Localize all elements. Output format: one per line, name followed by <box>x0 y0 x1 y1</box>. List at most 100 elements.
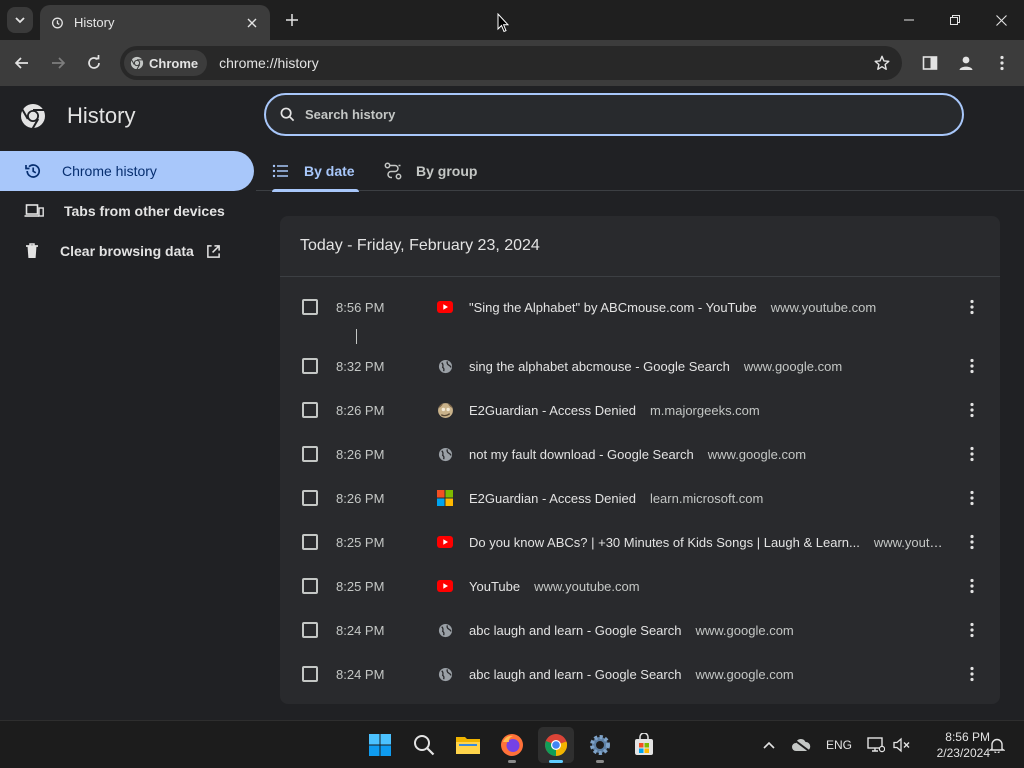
system-clock[interactable]: 8:56 PM 2/23/2024 <box>916 729 990 761</box>
row-domain: www.youtube.com <box>770 299 877 315</box>
chrome-menu-button[interactable] <box>988 49 1016 77</box>
reload-icon <box>88 55 100 69</box>
history-icon <box>51 17 63 28</box>
search-history-input[interactable]: Search history <box>264 93 964 136</box>
language-indicator[interactable]: ENG <box>822 733 856 757</box>
firefox-button[interactable] <box>494 727 530 763</box>
history-row[interactable]: 8:25 PM Do you know ABCs? | +30 Minutes … <box>280 520 1000 564</box>
tab-search-button[interactable] <box>7 7 33 33</box>
row-info[interactable]: YouTube www.youtube.com <box>469 579 947 594</box>
history-row[interactable]: 8:26 PM E2Guardian - Access Denied learn.… <box>280 476 1000 520</box>
row-more-button[interactable] <box>960 530 984 554</box>
row-info[interactable]: "Sing the Alphabet" by ABCmouse.com - Yo… <box>469 300 947 315</box>
row-checkbox[interactable] <box>302 666 318 682</box>
row-info[interactable]: sing the alphabet abcmouse - Google Sear… <box>469 359 947 374</box>
row-more-button[interactable] <box>960 442 984 466</box>
row-checkbox[interactable] <box>302 299 318 315</box>
running-indicator <box>549 760 563 763</box>
row-more-button[interactable] <box>960 354 984 378</box>
clock-time: 8:56 PM <box>945 730 990 744</box>
youtube-icon <box>436 577 454 595</box>
page-title-link[interactable]: Do you know ABCs? | +30 Minutes of Kids … <box>469 535 860 550</box>
row-more-button[interactable] <box>960 486 984 510</box>
visit-time: 8:26 PM <box>336 446 385 462</box>
site-info-chip[interactable]: Chrome <box>124 50 208 76</box>
minimize-button[interactable] <box>886 0 932 40</box>
start-button[interactable] <box>362 727 398 763</box>
star-icon <box>874 55 890 70</box>
row-more-button[interactable] <box>960 618 984 642</box>
tab-strip: History <box>0 0 1024 40</box>
visit-time: 8:32 PM <box>336 358 385 374</box>
majorgeeks-icon <box>436 401 454 419</box>
profile-button[interactable] <box>952 49 980 77</box>
close-icon <box>995 14 1007 26</box>
chrome-taskbar-button[interactable] <box>538 727 574 763</box>
row-more-button[interactable] <box>960 574 984 598</box>
row-checkbox[interactable] <box>302 622 318 638</box>
browser-tab-history[interactable]: History <box>40 5 270 40</box>
row-info[interactable]: E2Guardian - Access Denied learn.microsof… <box>469 491 947 506</box>
row-info[interactable]: E2Guardian - Access Denied m.majorgeeks.c… <box>469 403 947 418</box>
visit-time: 8:26 PM <box>336 490 385 506</box>
row-more-button[interactable] <box>960 295 984 319</box>
history-row[interactable]: 8:26 PM E2Guardian - Access Denied m.majo… <box>280 388 1000 432</box>
row-info[interactable]: abc laugh and learn - Google Search www.g… <box>469 667 947 682</box>
page-title-link[interactable]: abc laugh and learn - Google Search <box>469 667 681 682</box>
history-row[interactable]: 8:25 PM YouTube www.youtube.com <box>280 564 1000 608</box>
microsoft-icon <box>436 489 454 507</box>
history-row[interactable]: 8:24 PM abc laugh and learn - Google Sea… <box>280 652 1000 696</box>
row-more-button[interactable] <box>960 662 984 686</box>
taskbar-search-button[interactable] <box>406 727 442 763</box>
list-icon <box>272 164 288 177</box>
volume-muted-icon <box>893 737 910 753</box>
sidebar-item-clear-browsing-data[interactable]: Clear browsing data <box>0 231 254 271</box>
notifications-button[interactable] <box>986 733 1008 757</box>
history-row[interactable]: 8:56 PM "Sing the Alphabet" by ABCmouse.… <box>280 285 1000 329</box>
new-tab-button[interactable] <box>280 8 304 32</box>
settings-button[interactable] <box>582 727 618 763</box>
onedrive-button[interactable] <box>788 733 814 757</box>
close-tab-button[interactable] <box>244 15 260 31</box>
sidebar-item-tabs-from-other-devices[interactable]: Tabs from other devices <box>0 191 254 231</box>
row-info[interactable]: abc laugh and learn - Google Search www.g… <box>469 623 947 638</box>
volume-button[interactable] <box>890 733 914 757</box>
row-more-button[interactable] <box>960 398 984 422</box>
row-checkbox[interactable] <box>302 578 318 594</box>
row-checkbox[interactable] <box>302 402 318 418</box>
row-checkbox[interactable] <box>302 534 318 550</box>
restore-button[interactable] <box>932 0 978 40</box>
back-button[interactable] <box>8 49 36 77</box>
history-row[interactable]: 8:32 PM sing the alphabet abcmouse - Goo… <box>280 344 1000 388</box>
network-button[interactable] <box>864 733 888 757</box>
sidebar-item-chrome-history[interactable]: Chrome history <box>0 151 254 191</box>
page-title-link[interactable]: YouTube <box>469 579 520 594</box>
gear-icon <box>590 735 610 755</box>
row-checkbox[interactable] <box>302 490 318 506</box>
tray-overflow-button[interactable] <box>758 733 780 757</box>
history-row[interactable]: 8:24 PM abc laugh and learn - Google Sea… <box>280 608 1000 652</box>
address-bar[interactable]: Chrome chrome://history <box>120 46 902 80</box>
page-title-link[interactable]: not my fault download - Google Search <box>469 447 694 462</box>
file-explorer-button[interactable] <box>450 727 486 763</box>
page-title-link[interactable]: abc laugh and learn - Google Search <box>469 623 681 638</box>
reload-button[interactable] <box>80 49 108 77</box>
microsoft-store-button[interactable] <box>626 727 662 763</box>
page-title-link[interactable]: E2Guardian - Access Denied <box>469 403 636 418</box>
row-info[interactable]: not my fault download - Google Search www… <box>469 447 947 462</box>
page-title-link[interactable]: E2Guardian - Access Denied <box>469 491 636 506</box>
row-checkbox[interactable] <box>302 358 318 374</box>
clock-date: 2/23/2024 <box>936 746 990 760</box>
page-title-link[interactable]: sing the alphabet abcmouse - Google Sear… <box>469 359 730 374</box>
forward-button[interactable] <box>44 49 72 77</box>
bookmark-star-button[interactable] <box>868 49 896 77</box>
network-icon <box>867 737 885 753</box>
row-checkbox[interactable] <box>302 446 318 462</box>
side-panel-button[interactable] <box>916 49 944 77</box>
tab-by-group[interactable]: By group <box>384 150 477 191</box>
close-window-button[interactable] <box>978 0 1024 40</box>
page-title-link[interactable]: "Sing the Alphabet" by ABCmouse.com - Yo… <box>469 300 757 315</box>
history-row[interactable]: 8:26 PM not my fault download - Google S… <box>280 432 1000 476</box>
row-info[interactable]: Do you know ABCs? | +30 Minutes of Kids … <box>469 535 947 550</box>
tab-by-date[interactable]: By date <box>272 150 359 192</box>
